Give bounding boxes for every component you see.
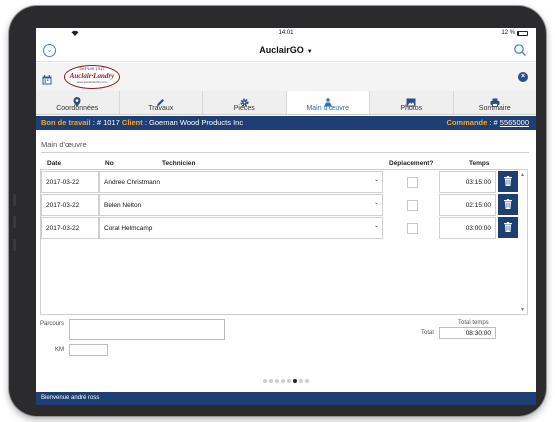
tab-coordonnees[interactable]: Coordonnées bbox=[36, 91, 120, 114]
page-dot[interactable] bbox=[287, 379, 291, 383]
app-title-menu[interactable]: AuclairGO ▼ bbox=[36, 45, 536, 55]
technician-name: Belen Nelton bbox=[104, 202, 142, 209]
order-number-link[interactable]: 5565000 bbox=[500, 118, 529, 127]
tab-label: Pièces bbox=[233, 105, 255, 112]
km-input[interactable] bbox=[69, 344, 108, 356]
column-header-no: No bbox=[105, 160, 114, 167]
battery-percent: 12 % bbox=[501, 30, 515, 36]
footer-bar: Bienvenue andré ross bbox=[36, 392, 536, 405]
work-order-label: Bon de travail bbox=[41, 118, 91, 127]
page-dot[interactable] bbox=[293, 379, 297, 383]
search-icon[interactable] bbox=[513, 43, 527, 57]
route-label: Parcours bbox=[40, 321, 65, 327]
mute-switch bbox=[13, 239, 16, 251]
tab-label: Coordonnées bbox=[56, 105, 99, 112]
client-name: Goeman Wood Products Inc bbox=[149, 118, 244, 127]
time-field[interactable]: 02:15:00 bbox=[439, 194, 496, 216]
work-order-number: # 1017 bbox=[96, 118, 120, 127]
caret-down-icon: ▼ bbox=[306, 49, 313, 55]
technician-name: Coral Helmcamp bbox=[104, 225, 153, 232]
scroll-down-icon[interactable]: ▼ bbox=[520, 307, 525, 313]
page-dot[interactable] bbox=[263, 379, 267, 383]
title-bar: ⌄ AuclairGO ▼ bbox=[36, 40, 536, 62]
travel-checkbox[interactable] bbox=[407, 177, 418, 188]
page-dot[interactable] bbox=[305, 379, 309, 383]
logo-url: www.auclairlandry.com bbox=[76, 80, 108, 84]
page-dot[interactable] bbox=[281, 379, 285, 383]
total-label: Total bbox=[421, 330, 434, 336]
app-screen: 14:01 12 % ⌄ AuclairGO ▼ DEPUIS 1917 Aucl bbox=[36, 28, 536, 405]
time-field[interactable]: 03:00:00 bbox=[439, 217, 496, 239]
gear-icon bbox=[203, 94, 286, 107]
page-dot[interactable] bbox=[299, 379, 303, 383]
date-field[interactable]: 2017-03-22 bbox=[41, 217, 99, 239]
travel-checkbox[interactable] bbox=[407, 223, 418, 234]
date-field[interactable]: 2017-03-22 bbox=[41, 171, 99, 193]
page-dot[interactable] bbox=[275, 379, 279, 383]
worker-icon bbox=[287, 94, 370, 107]
client-label: Client bbox=[121, 118, 143, 127]
volume-up-button bbox=[13, 194, 16, 206]
calendar-icon[interactable] bbox=[42, 72, 52, 85]
table-row: 2017-03-22 Belen Nelton ⌄ 02:15:00 bbox=[41, 194, 527, 216]
tab-label: Main d'œuvre bbox=[306, 105, 350, 112]
page-indicator[interactable] bbox=[36, 370, 536, 388]
technician-select[interactable]: Coral Helmcamp ⌄ bbox=[99, 217, 383, 239]
tablet-frame: 14:01 12 % ⌄ AuclairGO ▼ DEPUIS 1917 Aucl bbox=[9, 6, 546, 416]
image-icon bbox=[370, 94, 453, 107]
chevron-down-icon: ⌄ bbox=[373, 223, 379, 229]
technician-select[interactable]: Andree Christmann ⌄ bbox=[99, 171, 383, 193]
tab-label: Sommaire bbox=[478, 105, 511, 112]
table-row: 2017-03-22 Coral Helmcamp ⌄ 03:00:00 bbox=[41, 217, 527, 239]
route-input[interactable] bbox=[69, 319, 225, 340]
date-field[interactable]: 2017-03-22 bbox=[41, 194, 99, 216]
labour-table: 2017-03-22 Andree Christmann ⌄ 03:15:00 2… bbox=[40, 169, 528, 315]
order-label: Commande bbox=[446, 118, 488, 127]
status-time: 14:01 bbox=[278, 30, 294, 36]
km-label: KM bbox=[55, 347, 64, 353]
order-info: Commande : # 5565000 bbox=[446, 118, 529, 127]
tab-main-doeuvre[interactable]: Main d'œuvre bbox=[286, 91, 370, 114]
time-field[interactable]: 03:15:00 bbox=[439, 171, 496, 193]
close-icon[interactable]: × bbox=[518, 72, 528, 82]
tab-pieces[interactable]: Pièces bbox=[203, 91, 287, 114]
welcome-text: Bienvenue andré ross bbox=[41, 395, 100, 401]
table-row: 2017-03-22 Andree Christmann ⌄ 03:15:00 bbox=[41, 171, 527, 193]
tab-travaux[interactable]: Travaux bbox=[120, 91, 203, 114]
pencil-icon bbox=[120, 94, 203, 106]
tab-photos[interactable]: Photos bbox=[370, 91, 454, 114]
tab-bar: Coordonnées Travaux Pièces Main d'œuvre … bbox=[36, 91, 536, 115]
column-header-technician: Technicien bbox=[162, 160, 196, 167]
chevron-down-icon: ⌄ bbox=[373, 200, 379, 206]
logo-name: Auclair·Landry bbox=[69, 72, 115, 80]
company-logo: DEPUIS 1917 Auclair·Landry www.auclairla… bbox=[64, 65, 120, 89]
scroll-up-icon[interactable]: ▲ bbox=[520, 172, 525, 178]
tab-label: Travaux bbox=[148, 105, 174, 112]
total-time-field: 08:30:00 bbox=[439, 327, 496, 339]
technician-name: Andree Christmann bbox=[104, 179, 160, 186]
volume-down-button bbox=[13, 216, 16, 228]
travel-checkbox[interactable] bbox=[407, 200, 418, 211]
column-header-time: Temps bbox=[469, 160, 490, 167]
app-title: AuclairGO bbox=[259, 45, 304, 55]
chevron-down-icon: ⌄ bbox=[373, 177, 379, 183]
total-time-header: Total temps bbox=[458, 320, 489, 326]
column-header-travel: Déplacement? bbox=[389, 160, 434, 167]
tab-sommaire[interactable]: Sommaire bbox=[454, 91, 537, 114]
map-pin-icon bbox=[36, 94, 119, 107]
technician-select[interactable]: Belen Nelton ⌄ bbox=[99, 194, 383, 216]
printer-icon bbox=[454, 94, 537, 107]
delete-row-button[interactable] bbox=[498, 194, 518, 215]
work-order-bar: Bon de travail : # 1017 Client : Goeman … bbox=[36, 116, 536, 130]
logo-bar: DEPUIS 1917 Auclair·Landry www.auclairla… bbox=[36, 63, 536, 91]
delete-row-button[interactable] bbox=[498, 171, 518, 192]
tab-label: Photos bbox=[400, 105, 423, 112]
battery-icon bbox=[517, 30, 528, 36]
column-header-date: Date bbox=[47, 160, 62, 167]
section-title: Main d'œuvre bbox=[41, 140, 87, 149]
page-dot[interactable] bbox=[269, 379, 273, 383]
section-divider bbox=[41, 152, 529, 153]
delete-row-button[interactable] bbox=[498, 217, 518, 238]
status-bar: 14:01 12 % bbox=[36, 28, 536, 40]
